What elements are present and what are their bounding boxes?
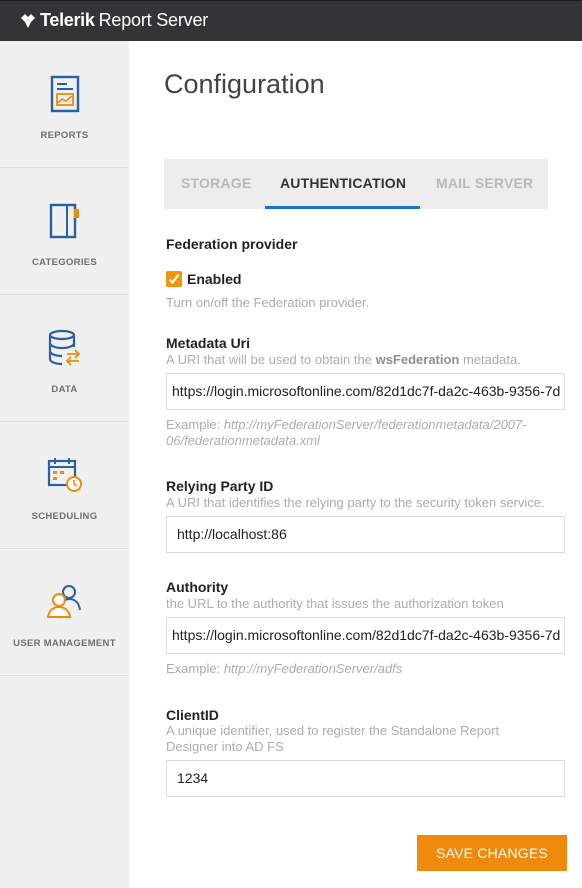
sidebar-item-data[interactable]: DATA [0,295,129,422]
reports-icon [0,75,129,115]
metadata-uri-field[interactable]: https://login.microsoftonline.com/82d1dc… [166,373,565,410]
sidebar-item-label: DATA [51,384,78,395]
authority-example: Example: http://myFederationServer/adfs [166,661,403,676]
brand-logo[interactable]: Telerik Report Server [20,10,208,31]
checkmark-icon [168,273,180,285]
authority-field[interactable]: https://login.microsoftonline.com/82d1dc… [166,617,565,654]
relying-party-field[interactable]: http://localhost:86 [166,516,565,553]
client-id-field[interactable]: 1234 [166,760,565,797]
sidebar-item-user-management[interactable]: USER MANAGEMENT [0,549,129,676]
categories-icon [0,202,129,242]
tab-authentication[interactable]: AUTHENTICATION [280,159,406,209]
active-tab-indicator [265,206,420,209]
tab-storage[interactable]: STORAGE [181,159,251,209]
tab-mail-server[interactable]: MAIL SERVER [436,159,533,209]
sidebar-item-label: CATEGORIES [31,257,98,268]
sidebar-item-reports[interactable]: REPORTS [0,41,129,168]
top-bar: Telerik Report Server [0,0,582,41]
metadata-uri-description: A URI that will be used to obtain the ws… [166,352,521,367]
metadata-uri-label: Metadata Uri [166,335,251,351]
enabled-label[interactable]: Enabled [187,271,241,287]
page-title: Configuration [164,69,325,99]
federation-provider-title: Federation provider [166,236,298,252]
tab-bar: STORAGE AUTHENTICATION MAIL SERVER [164,159,548,209]
client-id-description: A unique identifier, used to register th… [166,723,500,754]
sidebar-item-label: REPORTS [40,130,89,141]
user-management-icon [0,583,129,623]
sidebar-item-categories[interactable]: CATEGORIES [0,168,129,295]
brand-name-bold: Telerik [40,10,95,30]
authority-description: the URL to the authority that issues the… [166,596,504,611]
relying-party-label: Relying Party ID [166,478,274,494]
client-id-label: ClientID [166,707,219,723]
authority-label: Authority [166,579,229,595]
sidebar: REPORTS CATEGORIES DATA SCHEDULING USER … [0,41,129,888]
telerik-logo-icon [21,13,35,28]
data-icon [0,329,129,369]
relying-party-description: A URI that identifies the relying party … [166,495,545,510]
sidebar-item-label: USER MANAGEMENT [13,638,116,649]
scheduling-icon [0,456,129,496]
sidebar-item-scheduling[interactable]: SCHEDULING [0,422,129,549]
main-content: Configuration STORAGE AUTHENTICATION MAI… [129,41,582,888]
sidebar-item-label: SCHEDULING [31,511,98,522]
metadata-uri-example: Example: http://myFederationServer/feder… [166,417,527,448]
brand-name: Report Server [98,10,209,30]
enabled-description: Turn on/off the Federation provider. [166,295,370,310]
save-changes-button[interactable]: SAVE CHANGES [417,835,567,871]
enabled-checkbox[interactable] [166,271,182,287]
